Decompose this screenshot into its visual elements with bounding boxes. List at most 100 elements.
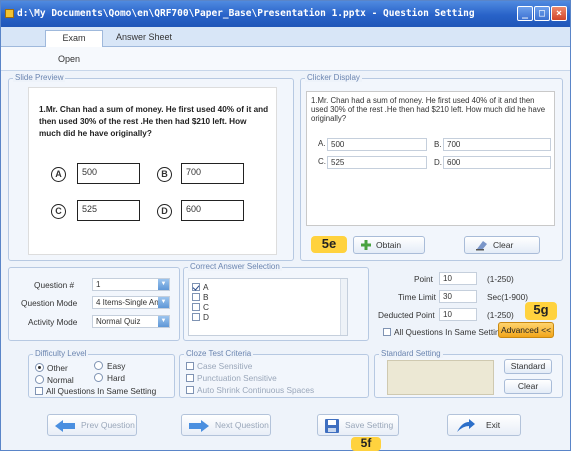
clicker-option-b-field[interactable]: 700 [443, 138, 551, 151]
answer-d-label: D [203, 312, 209, 322]
slide-preview: 1.Mr. Chan had a sum of money. He first … [28, 87, 277, 255]
answer-d-checkbox[interactable] [192, 313, 200, 321]
clicker-option-c-field[interactable]: 525 [327, 156, 427, 169]
answer-c-checkbox[interactable] [192, 303, 200, 311]
punctuation-sensitive-label: Punctuation Sensitive [197, 373, 277, 383]
standard-button[interactable]: Standard [504, 359, 552, 374]
option-c-box: 525 [77, 200, 140, 221]
prev-question-label: Prev Question [81, 420, 135, 430]
exit-label: Exit [486, 420, 501, 430]
clear-display-button[interactable]: Clear [464, 236, 540, 254]
deducted-point-input[interactable]: 10 [439, 308, 477, 321]
difficulty-all-same-label: All Questions In Same Setting [46, 386, 157, 396]
option-d-box: 600 [181, 200, 244, 221]
maximize-button[interactable]: □ [534, 6, 550, 21]
question-number-select[interactable]: 1 ▼ [92, 278, 170, 291]
clicker-display-legend: Clicker Display [305, 73, 362, 82]
advanced-button[interactable]: Advanced << [498, 322, 554, 338]
answer-a-label: A [203, 282, 209, 292]
correct-answer-legend: Correct Answer Selection [188, 262, 282, 271]
time-limit-input[interactable]: 30 [439, 290, 477, 303]
clicker-option-d-field[interactable]: 600 [443, 156, 551, 169]
option-b-box: 700 [181, 163, 244, 184]
answer-b-label: B [203, 292, 209, 302]
answer-c-label: C [203, 302, 209, 312]
option-d-marker: D [157, 204, 172, 219]
tab-bar: Exam Answer Sheet [1, 27, 570, 47]
save-icon [325, 419, 339, 433]
clicker-option-d-label: D. [434, 158, 442, 167]
slide-question-text: 1.Mr. Chan had a sum of money. He first … [39, 105, 269, 138]
exit-button[interactable]: Exit [447, 414, 521, 436]
question-mode-value: 4 Items-Single An [96, 298, 159, 307]
arrow-left-icon [55, 420, 75, 432]
tab-exam[interactable]: Exam [45, 30, 103, 47]
question-setting-window: d:\My Documents\Qomo\en\QRF700\Paper_Bas… [0, 0, 571, 451]
save-setting-button[interactable]: Save Setting [317, 414, 399, 436]
point-label: Point [414, 274, 433, 284]
close-button[interactable]: × [551, 6, 567, 21]
callout-5e: 5e [311, 236, 347, 253]
time-limit-label: Time Limit [398, 292, 436, 302]
point-input[interactable]: 10 [439, 272, 477, 285]
eraser-icon [476, 241, 487, 251]
next-question-button[interactable]: Next Question [181, 414, 271, 436]
tab-answer-sheet[interactable]: Answer Sheet [106, 30, 182, 47]
question-mode-select[interactable]: 4 Items-Single An ▼ [92, 296, 170, 309]
difficulty-easy-label: Easy [107, 361, 126, 371]
activity-mode-label: Activity Mode [28, 317, 78, 327]
answer-b-checkbox[interactable] [192, 293, 200, 301]
prev-question-button[interactable]: Prev Question [47, 414, 137, 436]
slide-preview-legend: Slide Preview [13, 73, 66, 82]
callout-5f: 5f [351, 437, 381, 451]
chevron-down-icon: ▼ [158, 297, 169, 308]
standard-setting-preview [387, 360, 494, 395]
difficulty-normal-label: Normal [47, 375, 74, 385]
clicker-option-a-label: A. [318, 139, 326, 148]
difficulty-other-label: Other [47, 363, 68, 373]
option-a-marker: A [51, 167, 66, 182]
question-mode-label: Question Mode [21, 298, 78, 308]
difficulty-other-radio[interactable] [35, 363, 44, 372]
difficulty-hard-radio[interactable] [94, 373, 103, 382]
scoring-all-same-checkbox[interactable] [383, 328, 391, 336]
difficulty-legend: Difficulty Level [33, 349, 89, 358]
clicker-question-text: 1.Mr. Chan had a sum of money. He first … [311, 96, 546, 123]
answer-a-checkbox[interactable] [192, 283, 200, 291]
difficulty-normal-radio[interactable] [35, 375, 44, 384]
clear-display-label: Clear [493, 240, 514, 250]
auto-shrink-label: Auto Shrink Continuous Spaces [197, 385, 315, 395]
case-sensitive-label: Case Sensitive [197, 361, 253, 371]
title-bar: d:\My Documents\Qomo\en\QRF700\Paper_Bas… [1, 1, 570, 27]
punctuation-sensitive-checkbox[interactable] [186, 374, 194, 382]
chevron-down-icon: ▼ [158, 279, 169, 290]
activity-mode-value: Normal Quiz [96, 317, 141, 326]
correct-answer-list: A B C D [188, 278, 348, 336]
obtain-button[interactable]: Obtain [353, 236, 425, 254]
time-limit-range: Sec(1-900) [487, 292, 529, 302]
point-range: (1-250) [487, 274, 514, 284]
deducted-point-range: (1-250) [487, 310, 514, 320]
difficulty-hard-label: Hard [107, 373, 125, 383]
app-icon [5, 9, 14, 18]
standard-clear-button[interactable]: Clear [504, 379, 552, 394]
difficulty-easy-radio[interactable] [94, 361, 103, 370]
option-b-marker: B [157, 167, 172, 182]
ribbon: Open [1, 47, 570, 71]
option-c-marker: C [51, 204, 66, 219]
arrow-right-icon [189, 420, 209, 432]
difficulty-all-same-checkbox[interactable] [35, 387, 43, 395]
open-button[interactable]: Open [58, 54, 80, 64]
case-sensitive-checkbox[interactable] [186, 362, 194, 370]
callout-5g: 5g [525, 302, 557, 320]
window-title: d:\My Documents\Qomo\en\QRF700\Paper_Bas… [17, 8, 475, 19]
answer-list-scrollbar[interactable] [340, 279, 347, 335]
option-a-box: 500 [77, 163, 140, 184]
question-number-value: 1 [96, 280, 101, 289]
standard-setting-legend: Standard Setting [379, 349, 443, 358]
chevron-down-icon: ▼ [158, 316, 169, 327]
minimize-button[interactable]: _ [517, 6, 533, 21]
auto-shrink-checkbox[interactable] [186, 386, 194, 394]
clicker-option-a-field[interactable]: 500 [327, 138, 427, 151]
activity-mode-select[interactable]: Normal Quiz ▼ [92, 315, 170, 328]
